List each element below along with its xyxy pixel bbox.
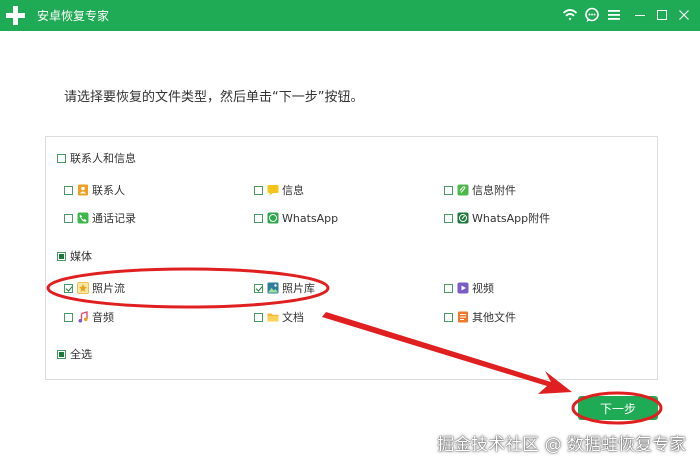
message-icon: [267, 185, 279, 196]
attachment-icon: [457, 184, 469, 196]
item-documents[interactable]: 文档: [254, 309, 304, 325]
messages-checkbox[interactable]: [254, 185, 263, 195]
app-logo-icon: [6, 6, 25, 25]
close-icon[interactable]: [676, 7, 692, 23]
whatsapp-label: WhatsApp: [282, 211, 339, 225]
contacts-checkbox[interactable]: [64, 185, 73, 195]
item-contacts[interactable]: 联系人: [64, 182, 125, 198]
group-contacts-checkbox[interactable]: [57, 153, 66, 163]
minimize-icon[interactable]: [632, 7, 648, 23]
file-type-panel: [45, 136, 658, 380]
feedback-icon[interactable]: [584, 7, 600, 23]
item-video[interactable]: 视频: [444, 280, 494, 296]
audio-label: 音频: [92, 311, 114, 324]
item-call-log[interactable]: 通话记录: [64, 210, 136, 226]
instruction-text: 请选择要恢复的文件类型，然后单击“下一步”按钮。: [64, 90, 364, 105]
video-icon: [457, 282, 469, 294]
message-attachments-label: 信息附件: [472, 184, 516, 197]
maximize-icon[interactable]: [654, 7, 670, 23]
call-log-checkbox[interactable]: [64, 213, 73, 223]
phone-icon: [77, 212, 89, 224]
video-label: 视频: [472, 282, 494, 295]
video-checkbox[interactable]: [444, 283, 453, 293]
whatsapp-icon: [267, 212, 279, 224]
messages-label: 信息: [282, 184, 304, 197]
item-photo-stream[interactable]: 照片流: [64, 280, 125, 296]
group-media-checkbox[interactable]: [57, 251, 66, 261]
item-audio[interactable]: 音频: [64, 309, 114, 325]
select-all[interactable]: 全选: [57, 346, 92, 362]
message-attachments-checkbox[interactable]: [444, 185, 453, 195]
documents-checkbox[interactable]: [254, 312, 263, 322]
photo-library-label: 照片库: [282, 282, 315, 295]
item-photo-library[interactable]: 照片库: [254, 280, 315, 296]
group-contacts-messages[interactable]: 联系人和信息: [57, 150, 136, 166]
music-icon: [78, 311, 88, 323]
item-message-attachments[interactable]: 信息附件: [444, 182, 516, 198]
photo-library-checkbox[interactable]: [254, 283, 263, 293]
whatsapp-attachments-checkbox[interactable]: [444, 213, 453, 223]
contacts-label: 联系人: [92, 184, 125, 197]
watermark: 掘金技术社区 @ 数据蛙恢复专家: [437, 435, 686, 455]
group-contacts-label: 联系人和信息: [70, 152, 136, 165]
whatsapp-attachment-icon: [457, 212, 469, 224]
title-bar: 安卓恢复专家: [0, 0, 700, 31]
item-messages[interactable]: 信息: [254, 182, 304, 198]
photo-stream-icon: [77, 282, 89, 294]
group-media-label: 媒体: [70, 250, 92, 263]
item-other-files[interactable]: 其他文件: [444, 309, 516, 325]
photo-library-icon: [267, 282, 279, 294]
other-files-checkbox[interactable]: [444, 312, 453, 322]
item-whatsapp-attachments[interactable]: WhatsApp附件: [444, 210, 550, 226]
wifi-icon[interactable]: [562, 7, 578, 23]
contact-book-icon: [78, 184, 88, 196]
select-all-checkbox[interactable]: [57, 349, 66, 359]
app-title: 安卓恢复专家: [37, 9, 110, 23]
menu-icon[interactable]: [606, 7, 622, 23]
group-media[interactable]: 媒体: [57, 248, 92, 264]
next-button[interactable]: 下一步: [578, 396, 658, 420]
whatsapp-attachments-label: WhatsApp附件: [472, 212, 551, 225]
call-log-label: 通话记录: [92, 212, 136, 225]
other-files-label: 其他文件: [472, 311, 516, 324]
whatsapp-checkbox[interactable]: [254, 213, 263, 223]
audio-checkbox[interactable]: [64, 312, 73, 322]
photo-stream-label: 照片流: [92, 282, 125, 295]
folder-icon: [267, 313, 279, 322]
item-whatsapp[interactable]: WhatsApp: [254, 210, 338, 226]
documents-label: 文档: [282, 311, 304, 324]
other-files-icon: [458, 311, 468, 323]
select-all-label: 全选: [70, 348, 92, 361]
photo-stream-checkbox[interactable]: [64, 283, 73, 293]
